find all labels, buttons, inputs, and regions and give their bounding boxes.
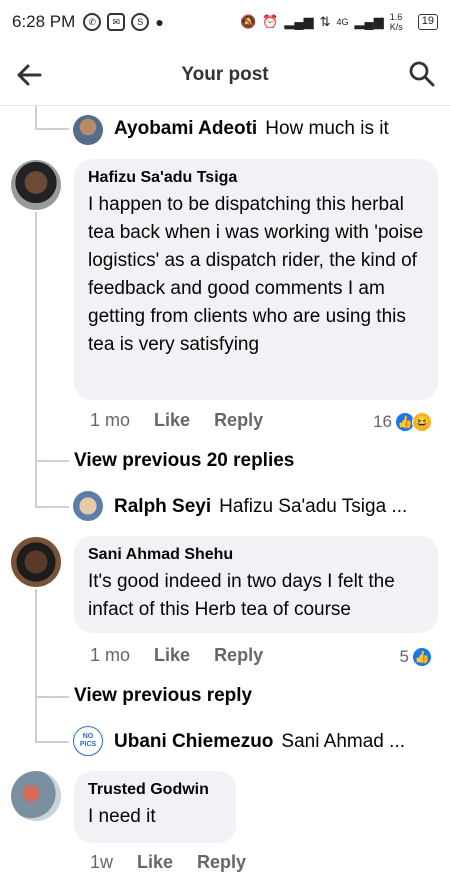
data-arrows-icon: ⇅ (319, 14, 331, 29)
network-type: 4G (336, 17, 349, 27)
page-header: Your post (0, 44, 450, 106)
comment-bubble[interactable]: Hafizu Sa'adu Tsiga I happen to be dispa… (74, 159, 438, 400)
battery-level: 19 (421, 15, 434, 27)
thread-connector (35, 696, 69, 698)
thread-line (35, 212, 37, 508)
comment-bubble[interactable]: Trusted Godwin I need it (74, 771, 236, 843)
comment-time: 1w (90, 852, 114, 872)
thread-connector (35, 460, 69, 462)
avatar[interactable] (11, 537, 61, 587)
system-icons: 🔕 ⏰ ▂▄▆ ⇅ 4G ▂▄▆ 1.6 K/s 19 (240, 12, 438, 32)
thread-connector (35, 506, 69, 508)
comment-text: It's good indeed in two days I felt the … (88, 571, 395, 620)
reply-button[interactable]: Reply (197, 852, 246, 873)
dot-icon: ● (155, 14, 164, 30)
comment-actions: 1 mo Like Reply (90, 645, 263, 666)
reply-preview[interactable]: Ubani Chiemezuo Sani Ahmad ... (114, 731, 405, 753)
comment-author[interactable]: Hafizu Sa'adu Tsiga (88, 169, 424, 187)
signal-icon: ▂▄▆ (284, 14, 314, 29)
avatar[interactable] (73, 491, 103, 521)
reaction-count: 16 (373, 412, 392, 431)
reply-preview[interactable]: Ralph Seyi Hafizu Sa'adu Tsiga ... (114, 496, 407, 518)
like-button[interactable]: Like (154, 645, 190, 666)
thread-connector (35, 128, 69, 130)
signal-icon-2: ▂▄▆ (354, 14, 384, 29)
comment-author[interactable]: Sani Ahmad Shehu (88, 546, 424, 564)
comment-actions: 1 mo Like Reply (90, 410, 263, 431)
comment-text: I need it (88, 806, 156, 827)
page-title: Your post (181, 63, 269, 85)
view-previous-reply[interactable]: View previous reply (74, 685, 252, 707)
view-previous-replies[interactable]: View previous 20 replies (74, 450, 294, 472)
avatar-text: NO PICS (79, 733, 97, 748)
reply-preview[interactable]: Ayobami Adeoti How much is it (114, 118, 389, 140)
shazam-icon: S (131, 13, 150, 31)
thread-line (35, 589, 37, 743)
status-bar: 6:28 PM ✆ ✉ S ● 🔕 ⏰ ▂▄▆ ⇅ 4G ▂▄▆ 1.6 K/s… (0, 0, 450, 44)
reply-text: How much is it (265, 118, 389, 139)
reaction-summary[interactable]: 5 👍 (400, 647, 432, 667)
reaction-summary[interactable]: 16 👍 😆 (373, 412, 432, 432)
reply-author[interactable]: Ayobami Adeoti (114, 118, 257, 140)
status-time: 6:28 PM (12, 12, 76, 31)
comment-time: 1 mo (90, 645, 131, 665)
avatar[interactable] (11, 771, 61, 821)
reply-author[interactable]: Ubani Chiemezuo (114, 731, 273, 753)
alarm-icon: ⏰ (262, 14, 279, 29)
reaction-count: 5 (399, 647, 409, 666)
thread-connector (35, 741, 69, 743)
back-arrow-icon[interactable] (16, 62, 42, 88)
reply-button[interactable]: Reply (214, 645, 263, 666)
like-button[interactable]: Like (154, 410, 190, 431)
mute-icon: 🔕 (240, 14, 257, 29)
avatar[interactable] (11, 160, 61, 210)
notification-icons: ✆ ✉ S ● (83, 13, 164, 31)
reply-author[interactable]: Ralph Seyi (114, 496, 211, 518)
comment-actions: 1w Like Reply (90, 852, 246, 873)
whatsapp-icon: ✆ (83, 13, 102, 31)
avatar[interactable] (73, 115, 103, 145)
haha-reaction-icon: 😆 (412, 412, 432, 432)
comment-author[interactable]: Trusted Godwin (88, 781, 222, 799)
avatar[interactable]: NO PICS (73, 726, 103, 756)
reply-text: Sani Ahmad ... (281, 731, 405, 752)
like-reaction-icon: 👍 (412, 647, 432, 667)
comment-text: I happen to be dispatching this herbal t… (88, 194, 424, 355)
search-icon[interactable] (408, 60, 436, 88)
message-icon: ✉ (107, 13, 126, 31)
thread-line (35, 106, 37, 130)
speed-indicator: 1.6 K/s (389, 12, 403, 32)
like-button[interactable]: Like (137, 852, 173, 873)
comment-bubble[interactable]: Sani Ahmad Shehu It's good indeed in two… (74, 536, 438, 633)
reply-button[interactable]: Reply (214, 410, 263, 431)
battery-icon: 19 (417, 14, 438, 30)
reply-text: Hafizu Sa'adu Tsiga ... (219, 496, 408, 517)
comment-time: 1 mo (90, 410, 131, 430)
